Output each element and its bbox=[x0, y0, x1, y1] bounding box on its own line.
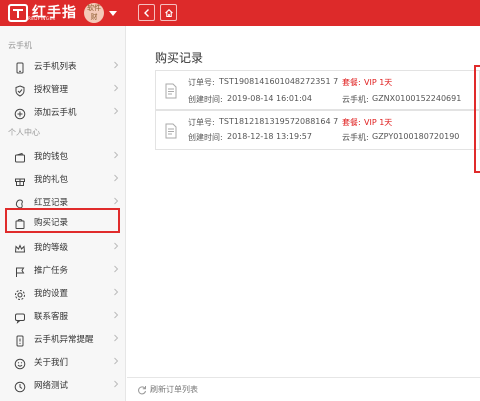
home-button[interactable] bbox=[160, 4, 177, 21]
document-icon bbox=[165, 123, 177, 139]
redfinger-logo-icon bbox=[8, 4, 28, 22]
chevron-right-icon bbox=[114, 334, 119, 342]
chevron-left-icon bbox=[143, 8, 149, 17]
sidebar-item-about[interactable]: 关于我们 bbox=[0, 350, 126, 372]
avatar[interactable]: 软件财 bbox=[84, 3, 104, 23]
crown-icon bbox=[14, 240, 26, 253]
chevron-right-icon bbox=[114, 242, 119, 250]
order-card[interactable]: 订单号: TST1908141601048272351 7 创建时间: 2019… bbox=[155, 70, 480, 110]
annotation-bracket bbox=[474, 65, 480, 173]
sidebar-item-wallet[interactable]: 我的钱包 bbox=[0, 144, 126, 166]
wallet-icon bbox=[14, 149, 26, 163]
sidebar-item-label: 我的钱包 bbox=[34, 152, 69, 162]
cloud-phone-label: 云手机: bbox=[342, 133, 369, 142]
cloud-phone-label: 云手机: bbox=[342, 95, 369, 104]
refresh-icon bbox=[138, 385, 146, 394]
document-icon bbox=[165, 83, 177, 99]
sidebar-item-label: 红豆记录 bbox=[34, 198, 69, 208]
order-number: TST1908141601048272351 7 bbox=[219, 77, 339, 86]
package-value: VIP 1天 bbox=[364, 118, 393, 127]
chevron-right-icon bbox=[114, 288, 119, 296]
chevron-right-icon bbox=[114, 151, 119, 159]
phone-icon bbox=[14, 59, 26, 74]
sidebar-item-phone-list[interactable]: 云手机列表 bbox=[0, 54, 126, 76]
top-bar: 红手指 REDFINGER 软件财 bbox=[0, 0, 480, 26]
cloud-phone-id: GZNX0100152240691 bbox=[372, 94, 462, 103]
chevron-right-icon bbox=[114, 84, 119, 92]
created-time-label: 创建时间: bbox=[188, 133, 223, 142]
section-title-personal-center: 个人中心 bbox=[8, 128, 40, 137]
home-icon bbox=[164, 8, 173, 17]
smile-icon bbox=[14, 355, 26, 370]
order-number-label: 订单号: bbox=[188, 78, 215, 87]
flag-icon bbox=[14, 263, 26, 277]
logo-subtitle: REDFINGER bbox=[28, 16, 56, 21]
package-label: 套餐: bbox=[342, 78, 361, 87]
shield-icon bbox=[14, 82, 26, 97]
network-icon bbox=[14, 378, 26, 393]
plus-circle-icon bbox=[14, 105, 26, 120]
order-card[interactable]: 订单号: TST1812181319572088164 7 创建时间: 2018… bbox=[155, 110, 480, 150]
refresh-orders-button[interactable]: 刷新订单列表 bbox=[137, 384, 198, 395]
cloud-phone-id: GZPY0100180720190 bbox=[372, 132, 460, 141]
chevron-down-icon[interactable] bbox=[109, 11, 117, 16]
sidebar-item-label: 我的等级 bbox=[34, 243, 69, 253]
created-time-label: 创建时间: bbox=[188, 95, 223, 104]
sidebar-item-level[interactable]: 我的等级 bbox=[0, 235, 126, 257]
chevron-right-icon bbox=[114, 174, 119, 182]
page-title: 购买记录 bbox=[155, 51, 204, 65]
package-value: VIP 1天 bbox=[364, 78, 393, 87]
sidebar-item-label: 推广任务 bbox=[34, 266, 69, 276]
chat-icon bbox=[14, 309, 26, 324]
sidebar-item-label: 我的礼包 bbox=[34, 175, 69, 185]
sidebar-item-network-test[interactable]: 网络测试 bbox=[0, 373, 126, 395]
sidebar-item-gift[interactable]: 我的礼包 bbox=[0, 167, 126, 189]
gear-icon bbox=[14, 286, 26, 300]
sidebar-item-label: 关于我们 bbox=[34, 358, 69, 368]
created-time: 2018-12-18 13:19:57 bbox=[227, 132, 312, 141]
sidebar-item-label: 联系客服 bbox=[34, 312, 69, 322]
gift-icon bbox=[14, 172, 26, 186]
sidebar-item-settings[interactable]: 我的设置 bbox=[0, 281, 126, 303]
created-time: 2019-08-14 16:01:04 bbox=[227, 94, 312, 103]
sidebar-item-customer-service[interactable]: 联系客服 bbox=[0, 304, 126, 326]
sidebar-item-promotion[interactable]: 推广任务 bbox=[0, 258, 126, 280]
selection-highlight bbox=[5, 208, 120, 233]
bottom-bar: 刷新订单列表 bbox=[127, 377, 480, 401]
order-number: TST1812181319572088164 7 bbox=[219, 117, 339, 126]
chevron-right-icon bbox=[114, 61, 119, 69]
sidebar-item-add-phone[interactable]: 添加云手机 bbox=[0, 100, 126, 122]
refresh-label: 刷新订单列表 bbox=[150, 385, 198, 394]
order-number-label: 订单号: bbox=[188, 118, 215, 127]
chevron-right-icon bbox=[114, 265, 119, 273]
sidebar-item-phone-alerts[interactable]: 云手机异常提醒 bbox=[0, 327, 126, 349]
section-title-cloud-phone: 云手机 bbox=[8, 41, 32, 50]
package-label: 套餐: bbox=[342, 118, 361, 127]
back-button[interactable] bbox=[138, 4, 155, 21]
chevron-right-icon bbox=[114, 107, 119, 115]
sidebar-item-label: 我的设置 bbox=[34, 289, 69, 299]
sidebar-item-label: 云手机列表 bbox=[34, 62, 77, 72]
sidebar-item-label: 云手机异常提醒 bbox=[34, 335, 94, 345]
chevron-right-icon bbox=[114, 357, 119, 365]
bean-icon bbox=[14, 195, 26, 209]
sidebar-item-label: 授权管理 bbox=[34, 85, 69, 95]
chevron-right-icon bbox=[114, 311, 119, 319]
sidebar-item-label: 网络测试 bbox=[34, 381, 69, 391]
sidebar-item-authorization[interactable]: 授权管理 bbox=[0, 77, 126, 99]
alert-phone-icon bbox=[14, 332, 26, 347]
sidebar-item-label: 添加云手机 bbox=[34, 108, 77, 118]
chevron-right-icon bbox=[114, 197, 119, 205]
chevron-right-icon bbox=[114, 380, 119, 388]
